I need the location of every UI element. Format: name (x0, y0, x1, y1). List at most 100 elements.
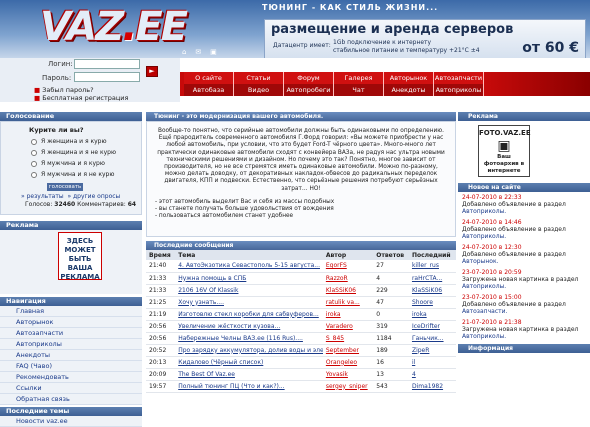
table-cell[interactable]: EgorFS (322, 260, 374, 273)
table-cell[interactable]: Orangeleo (322, 356, 374, 369)
radio-button[interactable] (31, 138, 37, 145)
nav-item[interactable]: Анекдоты (384, 84, 434, 96)
table-cell[interactable]: 4 (408, 368, 456, 381)
table-cell[interactable]: Набережные Челны ВАЗ.ee (116 Rus).... (175, 332, 323, 345)
news-date: 24-07-2010 в 22:33 (462, 194, 522, 201)
table-cell: 21:25 (146, 296, 176, 309)
table-cell[interactable]: raHrCTA... (408, 272, 456, 285)
nav-item[interactable]: Автобаза (184, 84, 234, 96)
table-cell[interactable]: killer_rus (408, 260, 456, 273)
navigation-link[interactable]: Авторынок (0, 317, 142, 328)
table-cell[interactable]: Ганьчик... (408, 332, 456, 345)
news-link[interactable]: Автоприколы. (462, 333, 506, 340)
radio-button[interactable] (31, 160, 37, 167)
table-cell[interactable]: il (408, 356, 456, 369)
nav-item[interactable]: Статьи (234, 72, 284, 84)
table-cell[interactable]: Хочу узнать.... (175, 296, 323, 309)
table-cell[interactable]: Кидалово (Чёрный список) (175, 356, 323, 369)
login-input[interactable] (74, 59, 140, 69)
navigation-link[interactable]: Ссылки (0, 383, 142, 394)
site-logo[interactable]: VAZ.EE (40, 4, 188, 50)
navigation-link[interactable]: Автоприколы (0, 339, 142, 350)
navigation-link[interactable]: Рекомендовать (0, 372, 142, 383)
nav-item[interactable]: Чат (334, 84, 384, 96)
table-cell[interactable]: KlaSSiK06 (408, 284, 456, 297)
radio-button[interactable] (31, 149, 37, 156)
table-cell[interactable]: Нужна помощь в СПБ (175, 272, 323, 285)
table-cell[interactable]: Увеличение жёсткости кузова... (175, 320, 323, 333)
server-ad-banner[interactable]: размещение и аренда серверов Датацентр и… (264, 19, 586, 58)
column-header[interactable]: Тема (175, 250, 323, 260)
news-link[interactable]: Автоприколы. (462, 208, 506, 215)
table-row: 21:40 4. АвтоЭкзотика Севастополь 5-15 ав… (146, 260, 456, 273)
nav-item[interactable]: Автозапчасти (434, 72, 484, 84)
news-item: 24-07-2010 в 12:30 Добавлено объявление в… (458, 242, 590, 267)
table-cell[interactable]: S_845 (322, 332, 374, 345)
main-content: Тюнинг - это модернизация вашего автомоб… (146, 112, 456, 400)
news-link[interactable]: Автоприколы. (462, 283, 506, 290)
poll-question: Курите ли вы? (29, 126, 84, 134)
table-cell[interactable]: Про зарядку аккумулятора, долив воды и э… (175, 344, 323, 357)
login-button[interactable]: ► (146, 66, 158, 77)
nav-item[interactable]: О сайте (184, 72, 234, 84)
nav-item[interactable]: Автопробеги (284, 84, 334, 96)
table-cell[interactable]: Полный тюнинг ПЦ (Что и как?)... (175, 380, 323, 393)
table-cell[interactable]: ratulik va... (322, 296, 374, 309)
rss-icon[interactable]: ▣ (210, 48, 217, 56)
table-cell[interactable]: 2106 16V Of Klassik (175, 284, 323, 297)
column-header[interactable]: Автор (322, 250, 374, 260)
ad-placeholder[interactable]: ЗДЕСЬ МОЖЕТ БЫТЬ ВАША РЕКЛАМА (58, 232, 102, 281)
table-row: 21:33 2106 16V Of Klassik KlaSSiK06 229 KlaS… (146, 284, 456, 297)
poll-results-link[interactable]: » результаты (21, 193, 64, 200)
news-link[interactable]: Автозапчасти. (462, 308, 507, 315)
column-header[interactable]: Время (146, 250, 176, 260)
table-cell[interactable]: ZipeR (408, 344, 456, 357)
table-cell[interactable]: September (322, 344, 374, 357)
poll-option[interactable]: Я женщина и я курю (1, 136, 141, 147)
mail-icon[interactable]: ✉ (195, 48, 201, 56)
news-link[interactable]: Авторынок. (462, 258, 498, 265)
nav-item[interactable]: Видео (234, 84, 284, 96)
table-cell[interactable]: sergey_sniper (322, 380, 374, 393)
table-cell: 1184 (373, 332, 409, 345)
poll-option[interactable]: Я женщина и я не курю (1, 147, 141, 158)
navigation-link[interactable]: FAQ (Чаво) (0, 361, 142, 372)
navigation-link[interactable]: Главная (0, 306, 142, 317)
table-cell[interactable]: KlaSSiK06 (322, 284, 374, 297)
nav-item[interactable]: Автоприколы (434, 84, 484, 96)
home-icon[interactable]: ⌂ (182, 48, 186, 56)
table-cell[interactable]: The Best Of Vaz.ee (175, 368, 323, 381)
table-row: 20:52 Про зарядку аккумулятора, долив вод… (146, 344, 456, 357)
table-cell[interactable]: IceDrifter (408, 320, 456, 333)
foto-banner[interactable]: FOTO.VAZ.EE ▣ Ваш фотоархив в интернете (478, 125, 531, 177)
column-header[interactable]: Последний (408, 250, 456, 260)
news-item: 24-07-2010 в 14:46 Добавлено объявление в… (458, 217, 590, 242)
forgot-password-link[interactable]: ■ Забыл пароль? (34, 86, 94, 94)
nav-item[interactable]: Форум (284, 72, 334, 84)
table-cell[interactable]: Yovasik (322, 368, 374, 381)
news-link[interactable]: Новости vaz.ee (0, 416, 142, 427)
radio-button[interactable] (31, 171, 37, 178)
table-cell[interactable]: Shoore (408, 296, 456, 309)
table-cell[interactable]: Dima1982 (408, 380, 456, 393)
vote-button[interactable]: голосовать (47, 183, 83, 191)
table-cell[interactable]: Изготовлю стекл коробки для сабвуферов..… (175, 308, 323, 321)
poll-other-link[interactable]: » другие опросы (67, 193, 120, 200)
table-cell[interactable]: iroka (322, 308, 374, 321)
table-cell[interactable]: RazzoR (322, 272, 374, 285)
navigation-link[interactable]: Автозапчасти (0, 328, 142, 339)
poll-option[interactable]: Я мужчина и я курю (1, 158, 141, 169)
poll-option[interactable]: Я мужчина и я не курю (1, 169, 141, 180)
column-header[interactable]: Ответов (373, 250, 409, 260)
nav-item[interactable]: Авторынок (384, 72, 434, 84)
poll-header: Голосование (0, 112, 142, 121)
table-row: 20:09 The Best Of Vaz.ee Yovasik 13 4 (146, 368, 456, 381)
table-cell[interactable]: iroka (408, 308, 456, 321)
password-input[interactable] (74, 72, 140, 82)
news-link[interactable]: Автоприколы. (462, 233, 506, 240)
navigation-link[interactable]: Анекдоты (0, 350, 142, 361)
nav-item[interactable]: Галерея (334, 72, 384, 84)
register-link[interactable]: ■ Бесплатная регистрация (34, 94, 128, 102)
table-cell[interactable]: Varadero (322, 320, 374, 333)
table-cell[interactable]: 4. АвтоЭкзотика Севастополь 5-15 августа… (175, 260, 323, 273)
